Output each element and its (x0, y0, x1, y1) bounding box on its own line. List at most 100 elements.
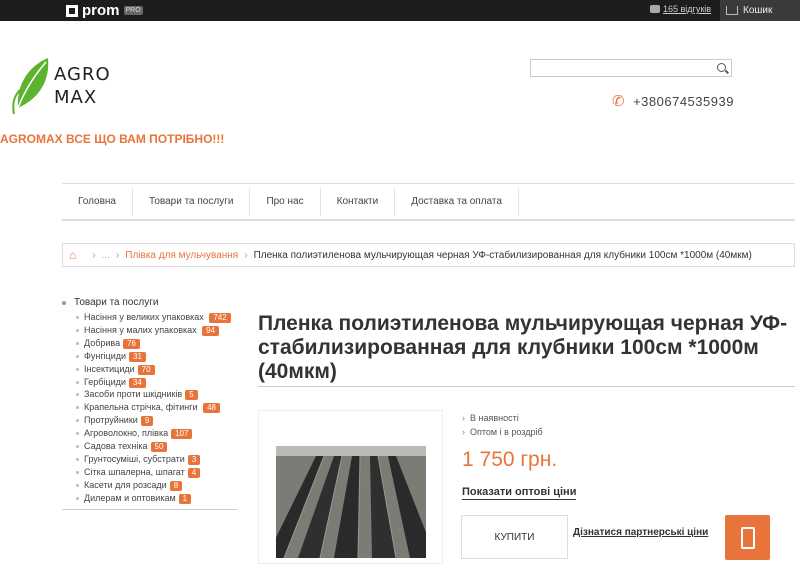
breadcrumb-current: Пленка полиэтиленова мульчирующая черная… (253, 249, 752, 261)
sidebar-item[interactable]: Протруйники 9 (76, 414, 237, 427)
sidebar-item[interactable]: Гербіциди 34 (76, 376, 237, 389)
count-badge: 31 (129, 351, 146, 362)
cart-label: Кошик (743, 5, 773, 16)
breadcrumb-separator-icon: › (244, 249, 248, 261)
sidebar-item-label: Грунтосуміші, субстрати (84, 453, 185, 464)
slogan: AGROMAX ВСЕ ЩО ВАМ ПОТРІБНО!!! (0, 132, 225, 146)
nav-item-products[interactable]: Товари та послуги (133, 187, 251, 216)
sidebar-item-label: Фунгіциди (84, 350, 127, 361)
nav-item-delivery[interactable]: Доставка та оплата (395, 187, 519, 216)
count-badge: 107 (171, 429, 193, 440)
logo-text: AGRO MAX (54, 63, 111, 109)
sidebar-item-label: Агроволокно, плівка (84, 428, 169, 439)
count-badge: 50 (150, 442, 168, 453)
sidebar-item-label: Гербіциди (84, 376, 126, 387)
count-badge: 94 (202, 325, 220, 336)
logo-line-2: MAX (54, 87, 98, 108)
count-badge: 76 (123, 338, 140, 349)
product-image[interactable] (276, 446, 426, 558)
search-input[interactable] (530, 59, 732, 77)
phone-contact[interactable]: ✆ +380674535939 (612, 92, 734, 110)
breadcrumb: ⌂ › ... › Плівка для мульчування › Пленк… (62, 243, 795, 267)
category-sidebar: Товари та послуги Насіння у великих упак… (62, 297, 237, 510)
availability-info: В наявності Оптом і в роздріб (462, 411, 543, 439)
sidebar-item-label: Інсектициди (84, 363, 135, 374)
comment-icon (650, 5, 660, 13)
sidebar-item[interactable]: Насіння у великих упаковках 742 (76, 311, 237, 324)
sidebar-item[interactable]: Агроволокно, плівка 107 (76, 427, 237, 440)
count-badge: 5 (185, 390, 198, 401)
prom-brand: prom (82, 2, 120, 19)
sidebar-divider (62, 508, 237, 510)
nav-item-about[interactable]: Про нас (250, 187, 321, 216)
sidebar-item[interactable]: Касети для розсади 8 (76, 479, 237, 492)
sidebar-item-label: Крапельна стрічка, фітинги (84, 402, 198, 413)
sidebar-item[interactable]: Фунгіциди 31 (76, 350, 237, 363)
count-badge: 8 (169, 480, 183, 491)
mulch-field-photo (276, 446, 426, 558)
product-price: 1 750 грн. (462, 448, 558, 471)
count-badge: 70 (137, 364, 155, 375)
count-badge: 3 (187, 454, 201, 465)
main-nav: Головна Товари та послуги Про нас Контак… (62, 183, 795, 221)
availability-status: В наявності (462, 411, 543, 425)
sidebar-item-label: Садова техніка (84, 441, 148, 452)
sidebar-root[interactable]: Товари та послуги (62, 297, 237, 308)
leaf-icon (12, 58, 49, 115)
site-logo[interactable]: AGRO MAX (10, 56, 110, 116)
product-title: Пленка полиэтиленова мульчирующая черная… (258, 312, 788, 383)
pro-badge: PRO (123, 6, 143, 15)
home-icon[interactable]: ⌂ (69, 248, 76, 262)
breadcrumb-separator-icon: › (92, 249, 96, 261)
sidebar-item[interactable]: Добрива 76 (76, 337, 237, 350)
product-image-frame (258, 410, 443, 564)
wholesale-prices-link[interactable]: Показати оптові ціни (462, 485, 577, 500)
prom-square-icon (66, 4, 78, 17)
count-badge: 48 (203, 403, 220, 414)
sidebar-item-label: Засоби проти шкідників (84, 389, 183, 400)
phone-icon: ✆ (612, 93, 626, 110)
nav-item-home[interactable]: Головна (62, 187, 133, 216)
prom-logo[interactable]: prom PRO (66, 2, 143, 19)
nav-item-contacts[interactable]: Контакти (321, 187, 396, 216)
top-bar: prom PRO 165 відгуків Кошик (0, 0, 800, 21)
sidebar-item[interactable]: Насіння у малих упаковках 94 (76, 324, 237, 337)
sidebar-item-label: Касети для розсади (84, 479, 167, 490)
breadcrumb-ellipsis[interactable]: ... (102, 250, 110, 261)
logo-line-1: AGRO (54, 64, 111, 85)
search-icon[interactable] (717, 63, 726, 72)
partner-prices-link[interactable]: Дізнатися партнерські ціни (573, 527, 708, 538)
count-badge: 1 (178, 493, 192, 504)
sidebar-item-label: Протруйники (84, 415, 138, 426)
count-badge: 742 (209, 313, 231, 323)
sidebar-item[interactable]: Дилерам и оптовикам 1 (76, 492, 237, 505)
sidebar-item-label: Добрива (84, 337, 121, 348)
sidebar-item-label: Сітка шпалерна, шпагат (84, 466, 185, 477)
sidebar-item[interactable]: Засоби проти шкідників 5 (76, 388, 237, 401)
sidebar-item-label: Насіння у малих упаковках (84, 324, 197, 335)
sidebar-item[interactable]: Сітка шпалерна, шпагат 4 (76, 466, 237, 479)
count-badge: 9 (140, 416, 154, 427)
sidebar-item[interactable]: Крапельна стрічка, фітинги 48 (76, 401, 237, 414)
buy-button[interactable]: КУПИТИ (461, 515, 568, 559)
breadcrumb-separator-icon: › (115, 249, 120, 261)
bullet-icon (62, 300, 66, 305)
mobile-phone-icon (740, 526, 755, 549)
sale-type: Оптом і в роздріб (462, 425, 543, 439)
breadcrumb-category[interactable]: Плівка для мульчування (125, 250, 238, 261)
reviews-label: 165 відгуків (663, 4, 712, 14)
cart-icon (726, 6, 738, 15)
title-divider (258, 386, 795, 387)
sidebar-item[interactable]: Інсектициди 70 (76, 363, 237, 376)
sidebar-item[interactable]: Грунтосуміші, субстрати 3 (76, 453, 237, 466)
sidebar-item[interactable]: Садова техніка 50 (76, 440, 237, 453)
count-badge: 4 (187, 467, 201, 478)
count-badge: 34 (128, 377, 146, 388)
sidebar-item-label: Насіння у великих упаковках (84, 312, 204, 322)
phone-number: +380674535939 (633, 93, 734, 109)
sidebar-root-label: Товари та послуги (74, 297, 159, 308)
mobile-version-button[interactable] (725, 515, 770, 560)
reviews-link[interactable]: 165 відгуків (650, 4, 711, 14)
sidebar-item-label: Дилерам и оптовикам (84, 492, 176, 503)
cart-button[interactable]: Кошик (720, 0, 800, 21)
